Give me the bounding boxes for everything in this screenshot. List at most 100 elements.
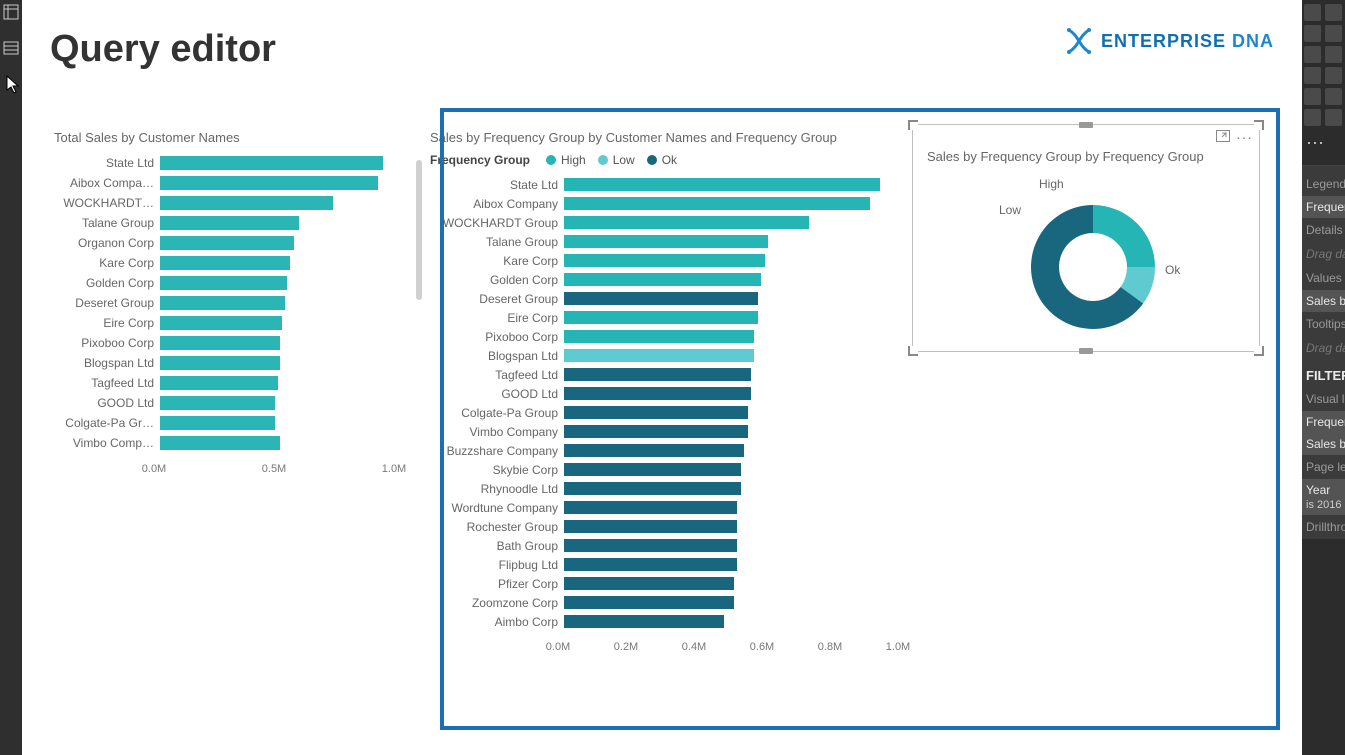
bar[interactable] (564, 216, 809, 229)
chart-title: Sales by Frequency Group by Frequency Gr… (913, 125, 1259, 164)
field-chip-legend[interactable]: Frequency Group (1302, 196, 1345, 218)
donut-label: High (1039, 177, 1064, 191)
bar-label: State Ltd (430, 178, 558, 192)
resize-handle-icon[interactable] (908, 346, 918, 356)
viz-type-icon[interactable] (1304, 67, 1321, 84)
bar[interactable] (564, 425, 748, 438)
visualizations-pane[interactable]: ··· Legend Frequency Group Details Drag … (1302, 0, 1345, 755)
viz-type-icon[interactable] (1325, 25, 1342, 42)
bar[interactable] (564, 273, 761, 286)
filter-chip[interactable]: Frequency Group (All) (1302, 411, 1345, 433)
bar[interactable] (564, 254, 765, 267)
more-visuals-icon[interactable]: ··· (1302, 130, 1345, 155)
bar[interactable] (564, 444, 744, 457)
bar-label: Aibox Compa… (54, 176, 154, 190)
more-options-icon[interactable]: ··· (1236, 129, 1253, 145)
bar-label: Deseret Group (54, 296, 154, 310)
bar[interactable] (564, 178, 880, 191)
bar-label: Talane Group (54, 216, 154, 230)
resize-handle-icon[interactable] (908, 120, 918, 130)
bar[interactable] (160, 276, 287, 290)
bar[interactable] (564, 615, 724, 628)
bar[interactable] (564, 368, 751, 381)
bar[interactable] (564, 482, 741, 495)
resize-handle-icon[interactable] (1254, 120, 1264, 130)
bar[interactable] (564, 520, 737, 533)
bar[interactable] (160, 236, 294, 250)
bar[interactable] (564, 596, 734, 609)
bar[interactable] (160, 196, 333, 210)
chart-donut-frequency-group[interactable]: ··· Sales by Frequency Group by Frequenc… (912, 124, 1260, 352)
chart-total-sales-by-customer[interactable]: Total Sales by Customer Names State LtdA… (54, 130, 414, 483)
resize-handle-icon[interactable] (1079, 348, 1093, 354)
field-chip-values[interactable]: Sales by Frequency Group (1302, 290, 1345, 312)
drillthrough-label: Drillthrough (1302, 515, 1345, 539)
axis-tick: 1.0M (382, 463, 406, 475)
bar-label: Deseret Group (430, 292, 558, 306)
resize-handle-icon[interactable] (1254, 346, 1264, 356)
field-well-legend-label: Legend (1302, 172, 1345, 196)
bar-label: Golden Corp (430, 273, 558, 287)
page-title: Query editor (50, 28, 276, 71)
legend-item-low: Low (613, 153, 635, 167)
bar-label: Golden Corp (54, 276, 154, 290)
viz-type-icon[interactable] (1325, 67, 1342, 84)
field-well-tooltips-label: Tooltips (1302, 312, 1345, 336)
bar[interactable] (564, 577, 734, 590)
bar[interactable] (564, 387, 751, 400)
bar[interactable] (564, 558, 737, 571)
report-view-icon[interactable] (3, 4, 19, 20)
bar-label: Kare Corp (54, 256, 154, 270)
bar[interactable] (160, 336, 280, 350)
viz-type-icon[interactable] (1304, 46, 1321, 63)
viz-type-icon[interactable] (1325, 88, 1342, 105)
viz-type-icon[interactable] (1304, 88, 1321, 105)
viz-gallery[interactable] (1302, 0, 1345, 130)
bar-label: Rhynoodle Ltd (430, 482, 558, 496)
viz-type-icon[interactable] (1304, 109, 1321, 126)
field-well-details-placeholder[interactable]: Drag data fields here (1302, 242, 1345, 266)
viz-type-icon[interactable] (1325, 109, 1342, 126)
focus-mode-icon[interactable] (1216, 129, 1230, 145)
bar[interactable] (564, 292, 758, 305)
bar[interactable] (564, 330, 754, 343)
viz-type-icon[interactable] (1304, 4, 1321, 21)
filter-chip[interactable]: Year is 2016 (1302, 479, 1345, 515)
bar-label: Pixoboo Corp (54, 336, 154, 350)
report-canvas[interactable]: Query editor ENTERPRISE DNA Total Sales … (22, 0, 1302, 755)
bar[interactable] (564, 406, 748, 419)
bar[interactable] (160, 436, 280, 450)
viz-type-icon[interactable] (1325, 4, 1342, 21)
bar[interactable] (160, 376, 278, 390)
bar[interactable] (160, 156, 383, 170)
bar[interactable] (564, 501, 737, 514)
bar-label: Aimbo Corp (430, 615, 558, 629)
bar[interactable] (564, 463, 741, 476)
bar[interactable] (564, 197, 870, 210)
bar[interactable] (160, 216, 299, 230)
viz-type-icon[interactable] (1304, 25, 1321, 42)
resize-handle-icon[interactable] (1079, 122, 1093, 128)
donut-slice[interactable] (1093, 205, 1155, 267)
bar[interactable] (160, 316, 282, 330)
bar[interactable] (564, 539, 737, 552)
chart-sales-by-frequency-group[interactable]: Sales by Frequency Group by Customer Nam… (430, 130, 910, 661)
bar[interactable] (160, 296, 285, 310)
bar[interactable] (160, 256, 290, 270)
donut-chart-svg: HighLowOk (913, 172, 1261, 342)
axis-tick: 1.0M (886, 641, 910, 653)
bar[interactable] (160, 176, 378, 190)
bar[interactable] (564, 311, 758, 324)
bar-label: Kare Corp (430, 254, 558, 268)
bar[interactable] (160, 416, 275, 430)
field-well-tooltips-placeholder[interactable]: Drag data fields here (1302, 336, 1345, 360)
scrollbar[interactable] (416, 160, 422, 300)
bar[interactable] (564, 235, 768, 248)
viz-type-icon[interactable] (1325, 46, 1342, 63)
bar-label: State Ltd (54, 156, 154, 170)
bar[interactable] (160, 396, 275, 410)
bar[interactable] (564, 349, 754, 362)
filter-chip[interactable]: Sales by Frequency Group (All) (1302, 433, 1345, 455)
bar[interactable] (160, 356, 280, 370)
data-view-icon[interactable] (3, 40, 19, 56)
